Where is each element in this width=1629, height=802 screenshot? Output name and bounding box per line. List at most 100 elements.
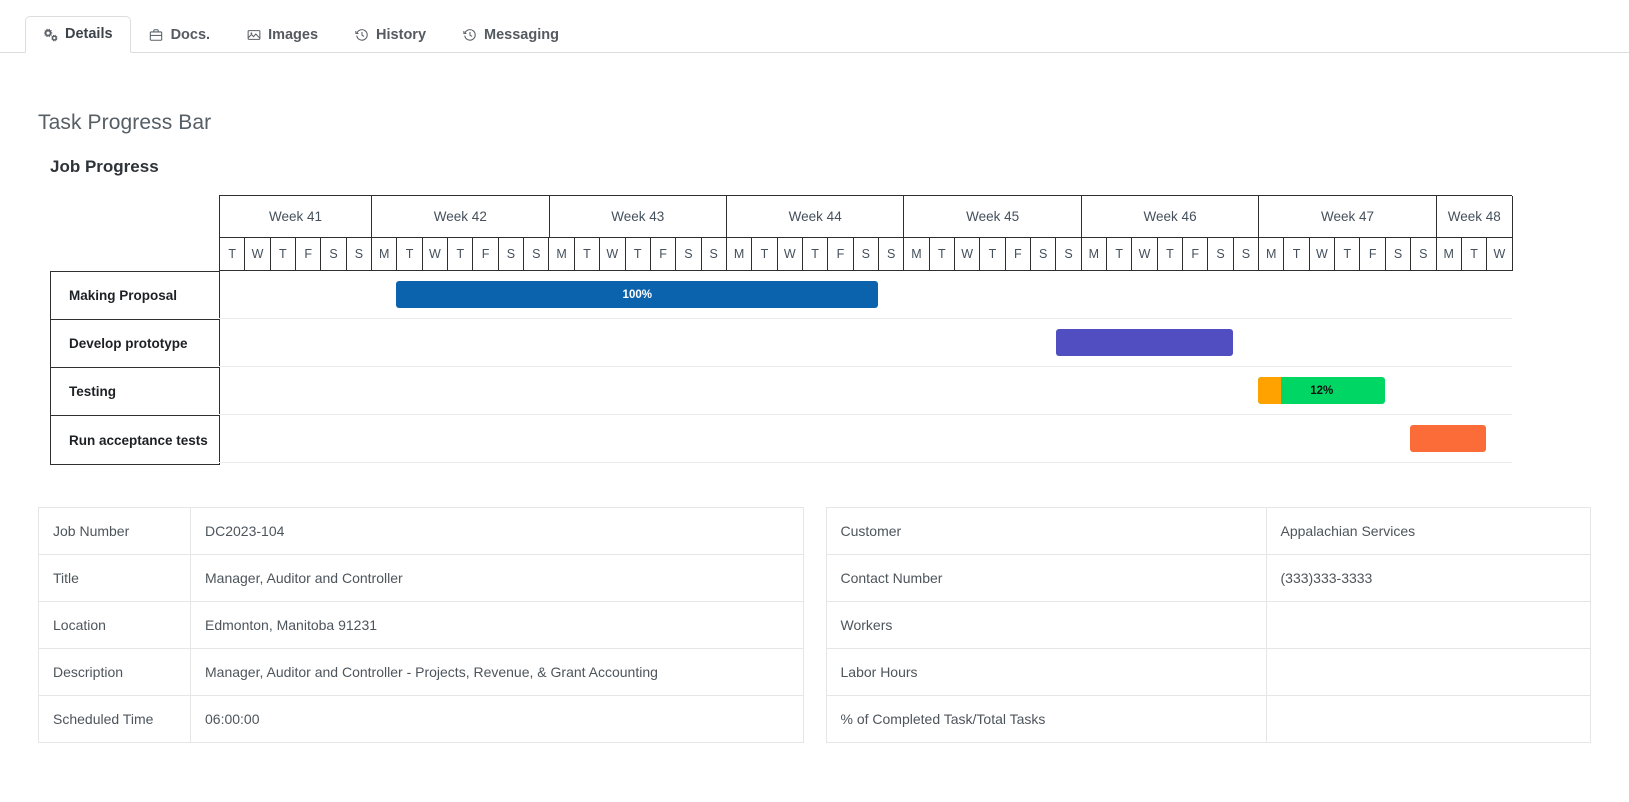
gantt-day-header: T	[448, 238, 474, 271]
gantt-day-header: M	[1259, 238, 1285, 271]
gantt-bar[interactable]: 12%	[1258, 377, 1386, 404]
tab-messaging[interactable]: Messaging	[444, 17, 577, 53]
gantt-week-header: Week 41	[220, 196, 373, 238]
table-cell-value: Edmonton, Manitoba 91231	[205, 617, 378, 633]
gantt-day-header: F	[1360, 238, 1386, 271]
table-cell-key: Labor Hours	[826, 648, 1267, 696]
tab-details[interactable]: Details	[25, 16, 131, 53]
gantt-day-header: T	[802, 238, 829, 271]
briefcase-icon	[149, 28, 164, 43]
table-cell-value	[1266, 649, 1591, 696]
gantt-day-header: F	[1005, 238, 1031, 271]
table-cell-value	[1266, 696, 1591, 743]
page-title: Task Progress Bar	[38, 111, 212, 134]
page-content: Task Progress Bar Job Progress Week 41 We…	[0, 53, 1629, 743]
gantt-day-header: T	[1284, 238, 1310, 271]
table-row: Contact Number (333)333-3333	[826, 554, 1591, 602]
gantt-week-header: Week 48	[1436, 196, 1513, 238]
gantt-day-row: TWTFSSMTWTFSSMTWTFSSMTWTFSSMTWTFSSMTWTFS…	[220, 238, 1513, 271]
tab-history[interactable]: History	[336, 17, 444, 53]
gantt-day-header: M	[1436, 238, 1462, 271]
gantt-chart: Week 41 Week 42 Week 43 Week 44 Week 45 Week …	[38, 195, 1591, 485]
gantt-day-header: S	[346, 238, 373, 271]
gantt-day-header: S	[676, 238, 702, 271]
gantt-day-header: S	[853, 238, 879, 271]
gantt-day-header: M	[372, 238, 398, 271]
table-cell-value: 06:00:00	[205, 711, 260, 727]
table-cell-key: Workers	[826, 601, 1267, 649]
gantt-day-header: W	[1132, 238, 1158, 271]
gantt-task-label[interactable]: Making Proposal	[51, 272, 219, 320]
gantt-day-header: W	[245, 238, 271, 271]
gantt-day-header: T	[574, 238, 601, 271]
gantt-week-header: Week 47	[1259, 196, 1437, 238]
gantt-day-header: M	[726, 238, 753, 271]
gantt-bar[interactable]	[1055, 329, 1233, 356]
table-cell-value	[1266, 602, 1591, 649]
gantt-week-header: Week 45	[904, 196, 1082, 238]
gantt-day-header: T	[980, 238, 1006, 271]
gantt-bar-segment-delay	[1258, 377, 1282, 404]
gantt-day-header: T	[397, 238, 423, 271]
gantt-day-header: S	[878, 238, 905, 271]
table-cell-value: (333)333-3333	[1280, 570, 1373, 586]
customer-details-table: Customer Appalachian Services Contact Numb…	[825, 507, 1591, 743]
gantt-day-header: F	[828, 238, 854, 271]
tab-bar: Details Docs. Images History Messaging	[0, 0, 1629, 53]
table-row: Title Manager, Auditor and Controller	[38, 554, 803, 602]
gantt-week-header: Week 43	[549, 196, 727, 238]
tab-label: Docs.	[170, 27, 211, 43]
table-cell-key: Scheduled Time	[38, 695, 191, 743]
gantt-day-header: S	[321, 238, 347, 271]
gantt-task-label[interactable]: Run acceptance tests	[51, 416, 219, 464]
clock-icon	[462, 28, 477, 43]
tab-label: Messaging	[484, 27, 559, 43]
gantt-lanes: 100% 12%	[219, 271, 1512, 463]
gantt-week-header: Week 42	[372, 196, 550, 238]
table-row: Description Manager, Auditor and Controll…	[38, 648, 803, 696]
table-cell-key: Job Number	[38, 507, 191, 555]
gantt-week-row: Week 41 Week 42 Week 43 Week 44 Week 45 Week …	[220, 196, 1513, 238]
gantt-row	[219, 415, 1512, 463]
gantt-day-header: W	[777, 238, 803, 271]
gantt-day-header: S	[1411, 238, 1437, 271]
table-cell-key: Location	[38, 601, 191, 649]
gantt-task-label[interactable]: Testing	[51, 368, 219, 416]
gantt-day-header: S	[1233, 238, 1260, 271]
gantt-day-header: T	[1157, 238, 1184, 271]
gantt-day-header: F	[296, 238, 322, 271]
gantt-day-header: T	[752, 238, 778, 271]
tab-docs[interactable]: Docs.	[131, 17, 229, 53]
table-row: Labor Hours	[826, 648, 1591, 696]
gantt-task-label[interactable]: Develop prototype	[51, 320, 219, 368]
gantt-week-header: Week 44	[726, 196, 905, 238]
tab-images[interactable]: Images	[228, 17, 336, 53]
section-title: Job Progress	[50, 157, 159, 176]
gantt-bar[interactable]	[1410, 425, 1487, 452]
table-cell-value: Manager, Auditor and Controller - Projec…	[205, 664, 658, 680]
table-cell-value: Appalachian Services	[1280, 523, 1416, 539]
job-details-table: Job Number DC2023-104 Title Manager, Audito…	[38, 507, 804, 743]
gantt-day-header: M	[549, 238, 575, 271]
table-cell-key: % of Completed Task/Total Tasks	[826, 695, 1267, 743]
table-row: Scheduled Time 06:00:00	[38, 695, 804, 743]
gantt-row: 100%	[219, 271, 1512, 319]
gantt-day-header: S	[1056, 238, 1082, 271]
gantt-day-header: T	[1107, 238, 1133, 271]
table-row: Job Number DC2023-104	[38, 507, 803, 555]
gantt-day-header: F	[650, 238, 677, 271]
gantt-day-header: S	[498, 238, 525, 271]
table-row: % of Completed Task/Total Tasks	[826, 695, 1591, 743]
gantt-task-name-column: Making Proposal Develop prototype Testing R…	[50, 271, 220, 465]
gantt-day-header: T	[1461, 238, 1488, 271]
table-cell-key: Customer	[826, 507, 1267, 555]
gantt-day-header: W	[1487, 238, 1513, 271]
gantt-timeline-header: Week 41 Week 42 Week 43 Week 44 Week 45 Week …	[219, 195, 1513, 271]
gantt-day-header: T	[625, 238, 651, 271]
gantt-bar[interactable]: 100%	[396, 281, 879, 308]
gantt-week-header: Week 46	[1081, 196, 1260, 238]
tab-label: History	[376, 27, 427, 43]
gantt-bar-progress-label: 12%	[1310, 384, 1334, 397]
gantt-day-header: S	[1031, 238, 1057, 271]
gantt-day-header: T	[1335, 238, 1361, 271]
